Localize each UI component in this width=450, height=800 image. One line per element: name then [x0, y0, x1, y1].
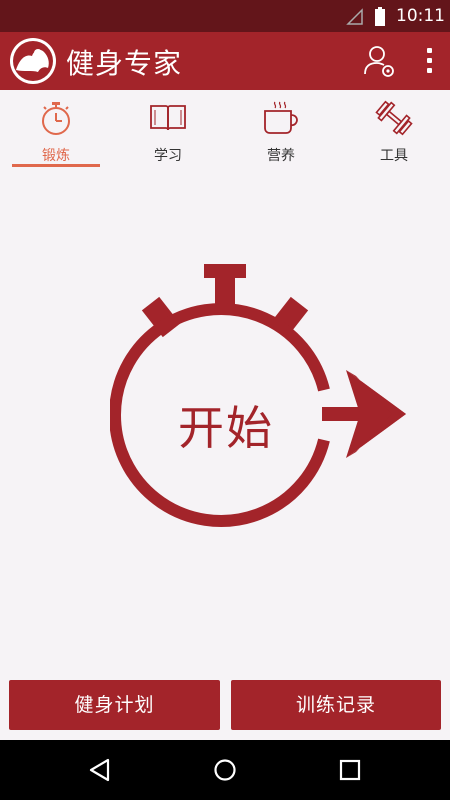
tab-label: 营养	[267, 148, 295, 164]
tab-bar: 锻炼 学习 营养 工具	[0, 90, 450, 170]
status-time: 10:11	[396, 6, 445, 26]
app-logo-icon	[10, 38, 56, 84]
tab-workout[interactable]: 锻炼	[0, 90, 112, 170]
overflow-menu-icon[interactable]	[420, 44, 440, 78]
open-book-icon	[150, 105, 186, 131]
recents-icon[interactable]	[336, 756, 364, 784]
tab-label: 工具	[380, 148, 408, 164]
start-label: 开始	[178, 401, 274, 455]
tab-learn[interactable]: 学习	[112, 90, 224, 170]
tab-label: 锻炼	[42, 148, 70, 164]
fitness-plan-button[interactable]: 健身计划	[9, 680, 220, 730]
tab-tools[interactable]: 工具	[338, 90, 450, 170]
training-record-button[interactable]: 训练记录	[231, 680, 441, 730]
back-icon[interactable]	[86, 756, 114, 784]
tab-label: 学习	[154, 148, 182, 164]
tab-nutrition[interactable]: 营养	[225, 90, 337, 170]
battery-icon	[375, 7, 385, 26]
dumbbell-icon	[375, 100, 413, 136]
home-icon[interactable]	[211, 756, 239, 784]
coffee-cup-icon	[264, 101, 298, 134]
stopwatch-icon	[42, 102, 70, 135]
app-bar: 健身专家	[0, 32, 450, 90]
app-title: 健身专家	[66, 47, 183, 80]
active-tab-indicator	[12, 164, 100, 167]
status-bar: 10:11	[0, 0, 450, 32]
signal-icon	[346, 8, 363, 25]
system-nav-bar	[0, 740, 450, 800]
user-settings-icon[interactable]	[364, 44, 396, 78]
